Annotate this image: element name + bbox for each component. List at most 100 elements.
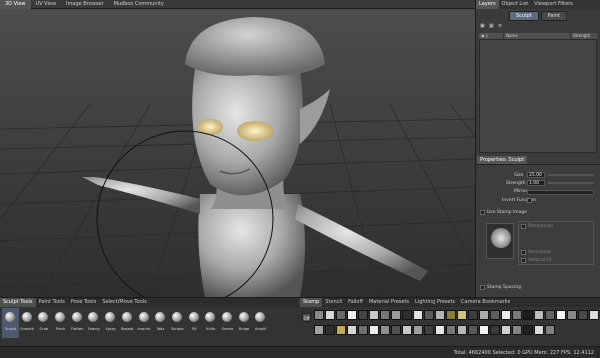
size-field[interactable]: 25.00 [527,172,545,178]
stamp-thumbnail[interactable] [512,324,522,335]
3d-viewport[interactable] [0,9,475,297]
tab-uv-view[interactable]: UV View [31,0,62,9]
stamp-thumbnail[interactable] [545,324,555,335]
stamp-thumbnail[interactable] [336,310,346,320]
stamp-thumbnail[interactable] [347,310,357,320]
new-layer-icon[interactable]: ▣ [480,24,485,29]
stamp-thumbnail[interactable] [325,324,335,335]
stamp-thumbnail[interactable] [413,310,423,320]
tool-smear[interactable]: Smear [219,308,236,338]
tab-sculpt-layers[interactable]: Sculpt [509,11,539,21]
stamp-thumbnail[interactable] [369,310,379,320]
stamp-thumbnail[interactable] [413,324,423,335]
tab-material-presets[interactable]: Material Presets [366,298,412,307]
stamp-thumbnail[interactable] [457,310,467,320]
tab-image-browser[interactable]: Image Browser [61,0,109,9]
stamp-thumbnail[interactable] [512,310,522,320]
stamp-thumbnail[interactable] [391,310,401,320]
stamp-thumbnail[interactable] [490,324,500,335]
tool-foamy[interactable]: Foamy [85,308,102,338]
tool-amplif[interactable]: Amplif [252,308,269,338]
tab-select-move-tools[interactable]: Select/Move Tools [99,298,149,307]
tab-sculpt-tools[interactable]: Sculpt Tools [0,298,36,307]
stamp-thumbnail[interactable] [369,324,379,335]
stamp-thumbnail[interactable] [545,310,555,320]
tool-flatten[interactable]: Flatten [69,308,86,338]
invert-function-checkbox[interactable] [527,198,532,203]
stamp-thumbnail[interactable] [479,324,489,335]
tool-grab[interactable]: Grab [35,308,52,338]
stamp-thumbnail[interactable] [424,310,434,320]
stamp-thumbnail[interactable] [501,324,511,335]
stamp-thumbnail[interactable] [523,324,533,335]
stamp-thumbnail[interactable] [567,310,577,320]
stamp-thumbnail[interactable] [314,310,324,320]
vertical-flip-checkbox[interactable] [521,258,526,263]
stamp-thumbnail[interactable] [402,324,412,335]
stamp-thumbnail[interactable] [556,310,566,320]
options-icon[interactable]: ≡ [498,24,503,29]
strength-slider[interactable] [548,182,594,184]
tab-object-list[interactable]: Object List [499,0,532,9]
stamp-thumbnail[interactable] [347,324,357,335]
stamp-thumbnail[interactable] [435,310,445,320]
tool-pinch[interactable]: Pinch [52,308,69,338]
tab-stamp[interactable]: Stamp [300,298,323,307]
tab-viewport-filters[interactable]: Viewport Filters [531,0,576,9]
use-stamp-image-checkbox[interactable] [480,210,485,215]
stamp-thumbnail[interactable] [457,324,467,335]
stamp-thumbnail[interactable] [589,310,599,320]
tab-3d-view[interactable]: 3D View [0,0,31,9]
stamp-thumbnail[interactable] [314,324,324,335]
stamp-thumbnail[interactable] [501,310,511,320]
tab-falloff[interactable]: Falloff [345,298,366,307]
tool-repeat[interactable]: Repeat [119,308,136,338]
randomize-checkbox[interactable] [521,224,526,229]
stamp-thumbnail[interactable] [380,310,390,320]
stamp-thumbnail[interactable] [435,324,445,335]
stamp-thumbnail[interactable] [523,310,533,320]
layers-list[interactable] [479,39,597,153]
stamp-thumbnail[interactable] [325,310,335,320]
tab-camera-bookmarks[interactable]: Camera Bookmarks [458,298,513,307]
tab-pose-tools[interactable]: Pose Tools [68,298,99,307]
tab-stencil[interactable]: Stencil [322,298,345,307]
stamp-thumbnail[interactable] [446,324,456,335]
stamp-image-preview[interactable] [486,223,514,259]
stamp-thumbnail[interactable] [534,310,544,320]
stamp-thumbnail[interactable] [446,310,456,320]
tool-sculpt[interactable]: Sculpt [2,308,19,338]
stamp-thumbnail[interactable] [490,310,500,320]
stamp-thumbnail[interactable] [479,310,489,320]
stamp-thumbnail[interactable] [391,324,401,335]
stamp-thumbnail[interactable] [534,324,544,335]
horizontal-flip-checkbox[interactable] [521,250,526,255]
stamp-thumbnail[interactable] [578,310,588,320]
stamp-spacing-checkbox[interactable] [480,285,485,290]
tool-imprint[interactable]: Imprint [136,308,153,338]
tool-knife[interactable]: Knife [202,308,219,338]
properties-title[interactable]: Properties: Sculpt [477,156,528,164]
stamp-thumbnail[interactable] [468,324,478,335]
tool-scrape[interactable]: Scrape [169,308,186,338]
tool-spray[interactable]: Spray [102,308,119,338]
tab-layers[interactable]: Layers [476,0,499,9]
strength-field[interactable]: 1.00 [527,180,545,186]
size-slider[interactable] [548,174,594,176]
tab-mudbox-community[interactable]: Mudbox Community [109,0,169,9]
mirror-dropdown[interactable] [527,190,594,195]
stamp-thumbnail[interactable] [358,310,368,320]
tool-smooth[interactable]: Smooth [19,308,36,338]
tab-lighting-presets[interactable]: Lighting Presets [412,298,458,307]
tab-paint-tools[interactable]: Paint Tools [36,298,68,307]
stamp-thumbnail[interactable] [424,324,434,335]
stamp-thumbnail[interactable] [336,324,346,335]
tool-fill[interactable]: Fill [186,308,203,338]
stamp-thumbnail[interactable] [380,324,390,335]
duplicate-icon[interactable]: ▦ [489,24,494,29]
tool-bulge[interactable]: Bulge [236,308,253,338]
stamp-thumbnail[interactable] [358,324,368,335]
stamp-thumbnail[interactable] [468,310,478,320]
tab-paint-layers[interactable]: Paint [540,11,567,21]
stamp-thumbnail[interactable] [402,310,412,320]
